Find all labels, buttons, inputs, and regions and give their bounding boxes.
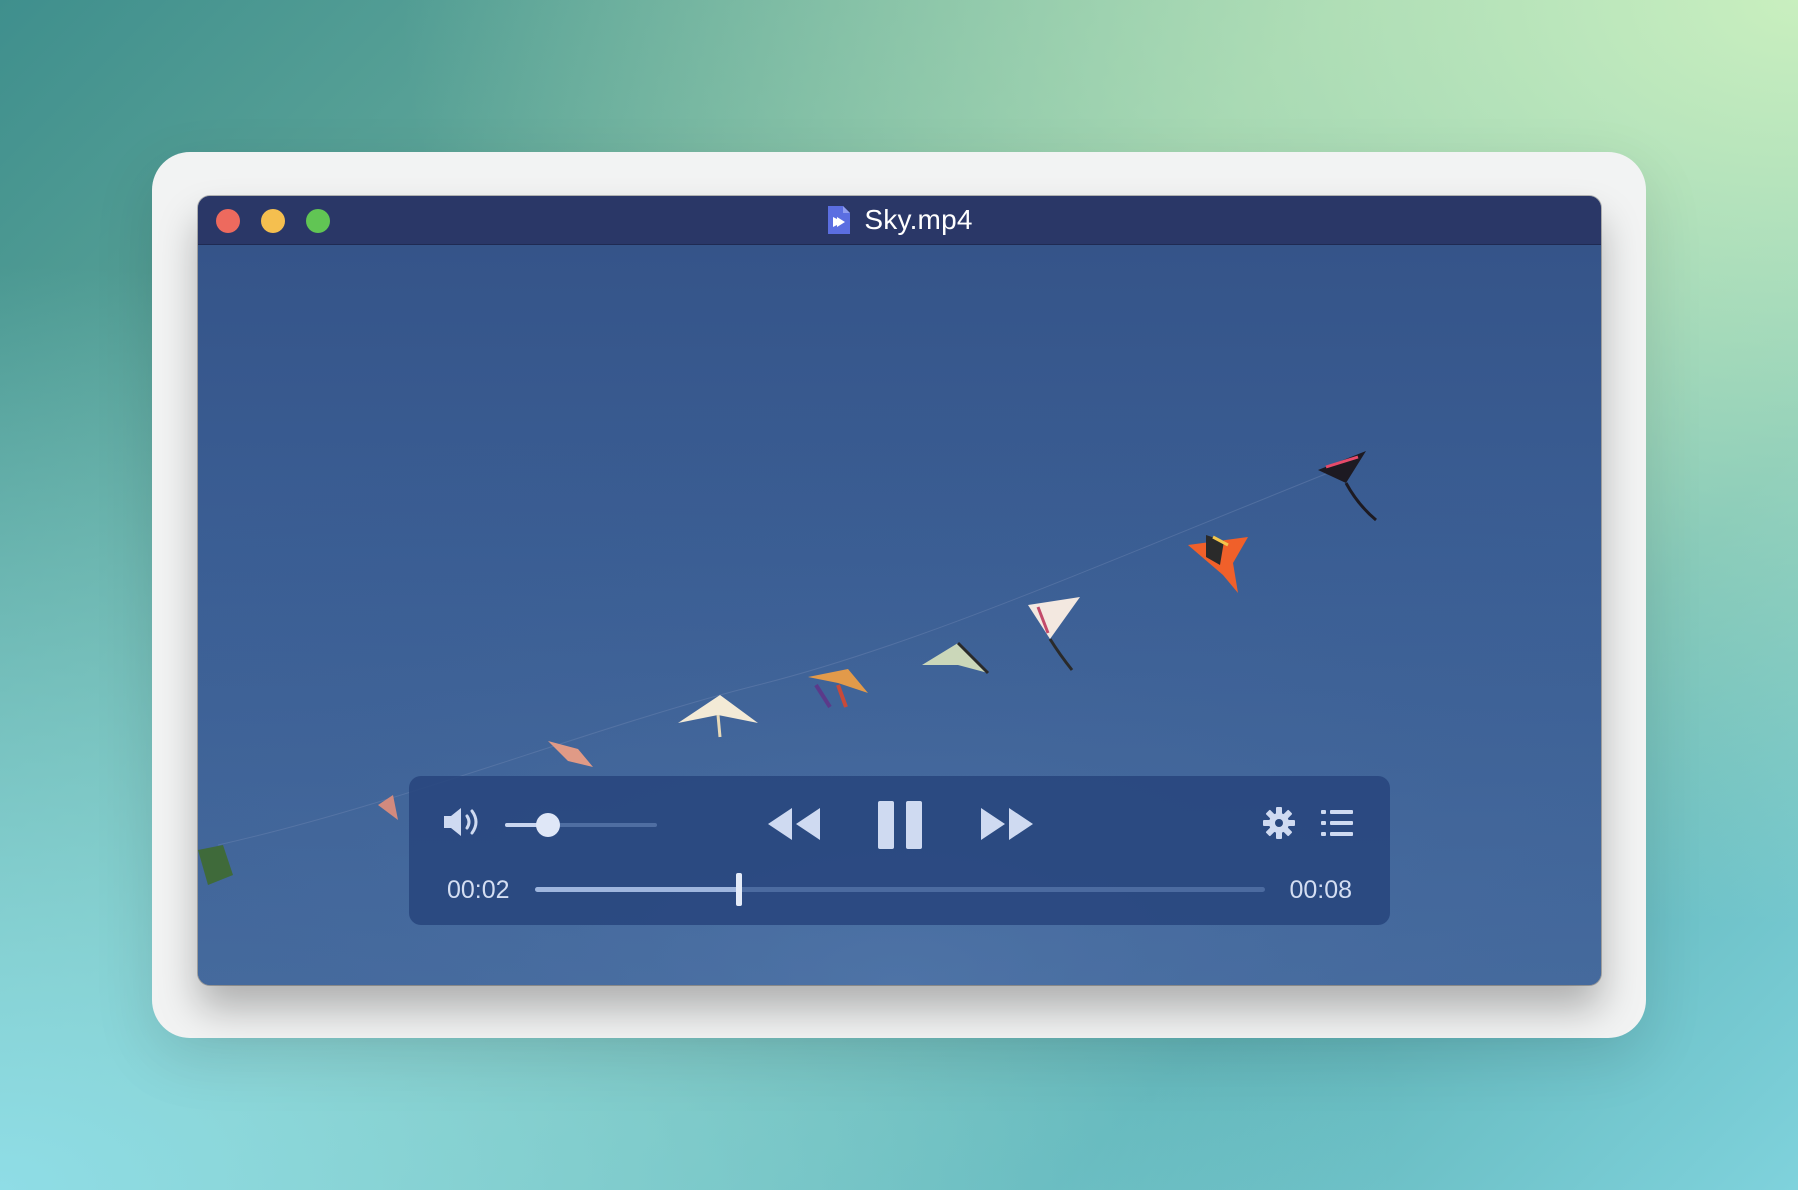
playback-controls: 00:02 00:08: [409, 776, 1390, 925]
volume-knob[interactable]: [535, 813, 560, 837]
rewind-icon[interactable]: [766, 806, 822, 842]
title-bar[interactable]: Sky.mp4: [198, 196, 1601, 245]
list-icon[interactable]: [1320, 808, 1354, 838]
video-file-icon: [828, 206, 851, 234]
pause-icon[interactable]: [876, 800, 924, 850]
window-title: Sky.mp4: [198, 196, 1601, 244]
volume-slider[interactable]: [505, 813, 657, 837]
duration-time: 00:08: [1289, 876, 1352, 904]
fast-forward-icon[interactable]: [979, 806, 1035, 842]
gear-icon[interactable]: [1262, 806, 1296, 840]
seek-bar[interactable]: [535, 873, 1265, 906]
seek-handle[interactable]: [736, 873, 743, 906]
current-time: 00:02: [447, 876, 510, 904]
seek-progress: [535, 887, 740, 892]
window-title-text: Sky.mp4: [864, 204, 973, 235]
speaker-icon[interactable]: [442, 805, 482, 839]
